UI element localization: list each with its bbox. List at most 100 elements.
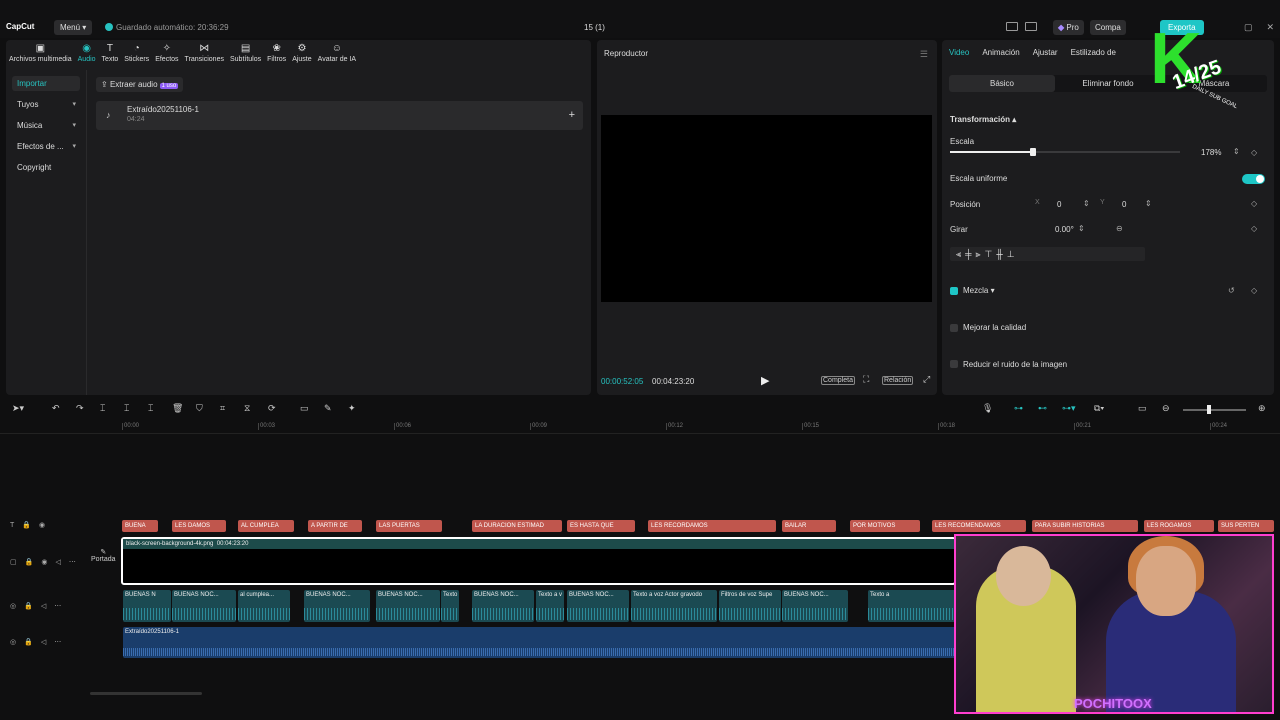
sidebar-item-yours[interactable]: Tuyos ▾ [12,97,80,112]
zoom-knob[interactable] [1207,405,1211,414]
main-audio-clip[interactable]: Extraído20251106-1 [123,627,956,658]
align-bottom-icon[interactable]: ⊥ [1007,247,1015,261]
audio-clip[interactable]: Texto a [868,590,956,622]
position-y-input[interactable]: 0 [1122,200,1126,209]
text-clip[interactable]: A PARTIR DE [308,520,362,532]
timeline-scrollbar[interactable] [90,692,202,695]
split-icon[interactable]: ⌶ [100,403,105,414]
audio-clip[interactable]: BUENAS NOC... [472,590,534,622]
mix-heading[interactable]: Mezcla ▾ [963,286,995,295]
audio-clip[interactable]: Texto a v [536,590,564,622]
tab-adjust-props[interactable]: Ajustar [1033,48,1058,57]
audio-clip[interactable]: BUENAS N [123,590,171,622]
zoom-out-icon[interactable]: ⊖ [1162,403,1170,414]
text-clip[interactable]: AL CUMPLEA [238,520,294,532]
tab-audio[interactable]: ◉ Audio [75,40,99,68]
split-left-icon[interactable]: ⌶ [124,403,129,414]
sidebar-item-sound-effects[interactable]: Efectos de ... ▾ [12,139,80,154]
keyframe-icon[interactable]: ◇ [1251,286,1257,295]
audio-media-item[interactable]: ♪ Extraído20251106-1 04:24 + [96,101,583,130]
position-x-input[interactable]: 0 [1057,200,1061,209]
audio-clip[interactable]: BUENAS NOC... [376,590,440,622]
text-clip[interactable]: BUENA [122,520,158,532]
video-clip[interactable]: black-screen-background-4k.png 00:04:23:… [121,537,956,585]
audio-clip[interactable]: Filtros de voz Supe [719,590,781,622]
text-clip[interactable]: LES RECORDAMOS [648,520,776,532]
timeline-ruler[interactable]: 00:00 00:03 00:06 00:09 00:12 00:15 00:1… [0,420,1280,434]
tab-subtitles[interactable]: ▤ Subtítulos [227,40,264,68]
text-clip[interactable]: ES HASTA QUE [567,520,635,532]
audio-track-controls[interactable]: ◎🔒◁⋯ [10,602,69,610]
link-icon[interactable]: ⊶▾ [1062,403,1076,414]
align-top-icon[interactable]: ⊤ [985,247,993,261]
scale-value[interactable]: 178% [1201,148,1221,157]
subtab-basic[interactable]: Básico [949,75,1055,92]
uniform-scale-toggle[interactable] [1242,174,1265,184]
text-clip[interactable]: LA DURACION ESTIMAD [472,520,562,532]
tab-video[interactable]: Video [949,48,969,57]
ratio-button[interactable]: Relación [882,376,914,385]
magnet-icon[interactable]: ⊷ [1038,403,1047,414]
align-right-icon[interactable]: ⫸ [975,247,980,261]
text-clip[interactable]: PARA SUBIR HISTORIAS [1032,520,1138,532]
tab-text[interactable]: T Texto [99,40,122,68]
rotate-icon[interactable]: ⟳ [268,403,276,414]
marker-icon[interactable]: ⛉ [196,403,203,414]
stepper-icon[interactable]: ⇕ [1145,199,1152,208]
align-center-v-icon[interactable]: ╫ [996,247,1002,261]
tab-transitions[interactable]: ⋈ Transiciones [182,40,227,68]
tab-media[interactable]: ▣ Archivos multimedia [6,40,75,68]
zoom-in-icon[interactable]: ⊕ [1258,403,1266,414]
align-center-h-icon[interactable]: ╪ [965,247,971,261]
ai-effects-icon[interactable]: ✦ [348,403,356,414]
tab-animation[interactable]: Animación [982,48,1019,57]
tab-filters[interactable]: ❀ Filtros [264,40,289,68]
hamburger-icon[interactable]: ☰ [920,49,928,60]
audio-clip[interactable]: al cumplea... [238,590,290,622]
keyframe-icon[interactable]: ◇ [1251,224,1257,233]
sidebar-item-import[interactable]: Importar [12,76,80,91]
rotate-input[interactable]: 0.00° [1055,225,1074,234]
mix-checkbox[interactable] [950,287,958,295]
extract-audio-button[interactable]: ⇪ Extraer audio 1 uso [96,77,184,92]
share-button[interactable]: Compa [1090,20,1126,35]
sidebar-item-copyright[interactable]: Copyright [12,160,80,175]
scale-slider-knob[interactable] [1029,148,1036,156]
audio-clip[interactable]: BUENAS NOC... [304,590,370,622]
align-left-icon[interactable]: ⫷ [956,247,961,261]
microphone-icon[interactable]: 🎙 [982,403,993,414]
project-title[interactable]: 15 (1) [584,23,605,32]
keyframe-icon[interactable]: ◇ [1251,148,1257,157]
caption-icon[interactable]: ▭ [1138,403,1147,414]
tab-effects[interactable]: ✧ Efectos [152,40,181,68]
noise-reduction-checkbox[interactable] [950,360,958,368]
improve-quality-checkbox[interactable] [950,324,958,332]
add-icon[interactable]: + [569,109,575,121]
text-clip[interactable]: LES ROGAMOS [1144,520,1214,532]
fullscreen-mode-button[interactable]: Completa [821,376,855,385]
tab-adjust[interactable]: ⚙ Ajuste [289,40,314,68]
ai-tool-icon[interactable]: ✎ [324,403,332,414]
text-clip[interactable]: SUS PERTEN [1218,520,1274,532]
mirror-icon[interactable]: ⧖ [244,403,250,414]
text-clip[interactable]: POR MOTIVOS [850,520,920,532]
audio-clip[interactable]: Texto a voz Actor gravodo [631,590,717,622]
main-audio-track-controls[interactable]: ◎🔒◁⋯ [10,638,69,646]
rotate-dial-icon[interactable]: ⊖ [1116,224,1123,233]
audio-clip[interactable]: BUENAS NOC... [782,590,848,622]
text-clip[interactable]: BAILAR [782,520,836,532]
text-track-controls[interactable]: T🔒◉ [10,521,53,529]
audio-clip[interactable]: BUENAS NOC... [567,590,629,622]
pro-button[interactable]: ◆ Pro [1053,20,1084,35]
redo-icon[interactable]: ↷ [76,403,84,414]
preview-screen[interactable] [601,115,932,302]
zoom-slider[interactable] [1183,405,1246,414]
text-clip[interactable]: LAS PUERTAS [376,520,442,532]
screenshot-icon[interactable]: ⛶ [862,374,870,385]
play-icon[interactable]: ▶ [761,374,769,387]
layout-icon[interactable] [1006,22,1018,31]
crop-icon[interactable]: ⌗ [220,403,225,414]
undo-icon[interactable]: ↶ [52,403,60,414]
transform-heading[interactable]: Transformación ▴ [950,115,1016,124]
preview-axis-icon[interactable]: ⧉▾ [1094,403,1104,414]
